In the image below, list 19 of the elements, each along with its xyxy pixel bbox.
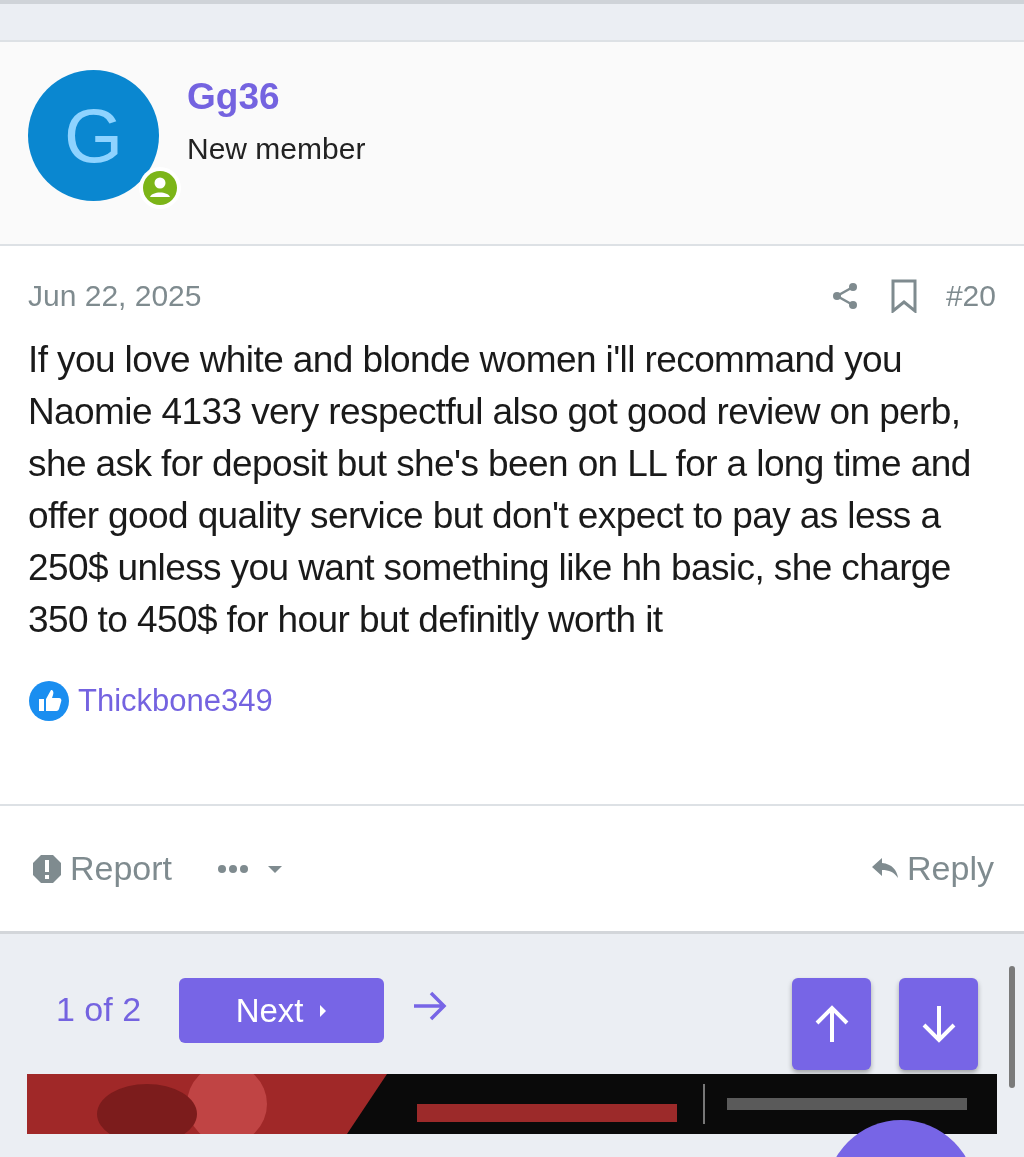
reaction-user-link[interactable]: Thickbone349 — [78, 683, 273, 719]
page-status: 1 of 2 — [56, 990, 142, 1029]
arrow-up-icon — [813, 1004, 850, 1044]
like-icon — [28, 680, 70, 722]
bookmark-icon[interactable] — [889, 279, 918, 313]
user-title: New member — [187, 132, 366, 166]
avatar[interactable]: G — [28, 70, 159, 201]
post-text: If you love white and blonde women i'll recommand you Naomie 4133 very respectful also got good review on perb, she ask for deposit but she's been on LL for a long time and offer good quality service but don't expect to pay as less a 250$ unless you want something like hh basic, she charge 350 to 450$ for hour but definitly worth it — [28, 338, 972, 642]
username-link[interactable]: Gg36 — [187, 76, 366, 118]
arrow-down-icon — [920, 1004, 957, 1044]
scroll-up-button[interactable] — [792, 978, 871, 1070]
scroll-down-button[interactable] — [899, 978, 978, 1070]
alert-icon — [32, 853, 62, 884]
next-button[interactable]: Next — [179, 978, 385, 1043]
reply-button[interactable]: Reply — [871, 849, 994, 888]
report-button[interactable]: Report — [32, 849, 173, 888]
post-number-link[interactable]: #20 — [945, 279, 996, 313]
caret-icon — [317, 1002, 328, 1019]
post-date: Jun 22, 2025 — [28, 279, 203, 313]
